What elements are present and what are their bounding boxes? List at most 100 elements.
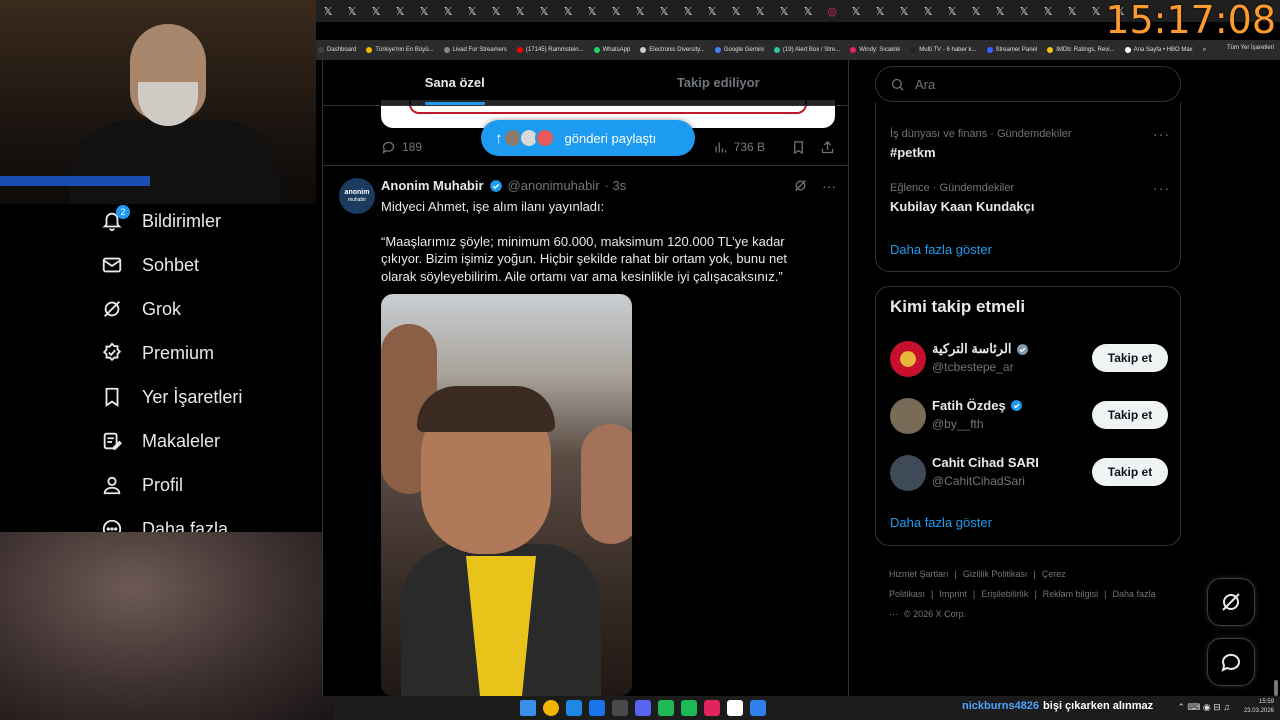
follow-suggestion[interactable]: Cahit Cihad SARI @CahitCihadSari Takip e… <box>890 453 1168 493</box>
avatar[interactable]: anonim muhabir <box>339 178 375 214</box>
bookmark-item[interactable]: Google Gemini <box>714 47 764 53</box>
search-input[interactable] <box>915 76 1165 92</box>
messages-fab[interactable] <box>1207 638 1255 686</box>
x-tab-icon[interactable]: 𝕏 <box>1036 0 1060 22</box>
x-tab-icon[interactable]: 𝕏 <box>412 0 436 22</box>
footer-link[interactable]: Reklam bilgisi <box>1043 589 1099 599</box>
nav-articles[interactable]: Makaleler <box>100 426 220 456</box>
follow-button[interactable]: Takip et <box>1092 344 1168 372</box>
trend-item[interactable]: İş dünyası ve finans · Gündemdekiler #pe… <box>890 126 1170 160</box>
taskbar-app-icon[interactable] <box>681 700 697 716</box>
avatar[interactable] <box>890 455 926 491</box>
taskbar-app-icon[interactable] <box>727 700 743 716</box>
search-box[interactable] <box>875 66 1181 102</box>
taskbar-app-icon[interactable] <box>612 700 628 716</box>
taskbar-clock[interactable]: 15:59 23.03.2026 <box>1244 698 1274 716</box>
show-more-link[interactable]: Daha fazla göster <box>890 242 992 257</box>
bookmark-item[interactable]: IMDb: Ratings, Revi... <box>1047 47 1115 53</box>
follow-suggestion[interactable]: Fatih Özdeş @by__fth Takip et <box>890 396 1168 436</box>
share-button[interactable] <box>820 140 835 155</box>
grok-icon[interactable] <box>793 178 808 196</box>
bookmark-item[interactable]: WhatsApp <box>593 47 630 53</box>
taskbar-app-icon[interactable] <box>566 700 582 716</box>
author-name[interactable]: Anonim Muhabir <box>381 178 484 193</box>
bookmark-button[interactable] <box>791 140 806 155</box>
new-posts-pill[interactable]: ↑ gönderi paylaştı <box>481 120 695 156</box>
x-tab-icon[interactable]: 𝕏 <box>700 0 724 22</box>
x-tab-icon[interactable]: 𝕏 <box>868 0 892 22</box>
x-tab-icon[interactable]: 𝕏 <box>724 0 748 22</box>
x-tab-icon[interactable]: 𝕏 <box>580 0 604 22</box>
views-button[interactable]: 736 B <box>713 140 765 155</box>
x-tab-icon[interactable]: 𝕏 <box>1012 0 1036 22</box>
system-tray[interactable]: ⌃ ⌨ ◉ ⊟ ♫ <box>1177 702 1230 713</box>
bookmark-item[interactable]: Ana Sayfa • HBO Max <box>1124 47 1193 53</box>
x-tab-icon[interactable]: 𝕏 <box>964 0 988 22</box>
bookmark-item[interactable]: Electronic Diversity... <box>640 47 705 53</box>
post-time[interactable]: · 3s <box>605 178 627 193</box>
taskbar-app-icon[interactable] <box>750 700 766 716</box>
bookmark-item[interactable]: Multi TV - 6 haber k... <box>910 47 977 53</box>
follow-button[interactable]: Takip et <box>1092 401 1168 429</box>
x-tab-icon[interactable]: 𝕏 <box>364 0 388 22</box>
bookmark-item[interactable]: Türkiye'nin En Büyü... <box>366 47 434 53</box>
footer-link[interactable]: © 2026 X Corp. <box>904 609 966 619</box>
bookmark-item[interactable]: Livad For Streamers <box>443 47 507 53</box>
x-tab-icon[interactable]: 𝕏 <box>652 0 676 22</box>
more-options-icon[interactable]: ··· <box>822 178 836 196</box>
taskbar-app-icon[interactable] <box>658 700 674 716</box>
bookmark-item[interactable]: (17145) Rammstein... <box>516 47 584 53</box>
bookmark-item[interactable]: Windy: Sıcaklık <box>850 47 900 53</box>
reply-button[interactable]: 189 <box>381 140 422 155</box>
x-tab-icon[interactable]: 𝕏 <box>772 0 796 22</box>
author-handle[interactable]: @anonimuhabir <box>508 178 600 193</box>
tab-following[interactable]: Takip ediliyor <box>587 60 849 105</box>
nav-grok[interactable]: Grok <box>100 294 181 324</box>
x-tab-icon[interactable]: 𝕏 <box>532 0 556 22</box>
bookmark-item[interactable]: Streamer Panel <box>986 47 1037 53</box>
nav-bookmarks[interactable]: Yer İşaretleri <box>100 382 242 412</box>
footer-link[interactable]: Gizlilik Politikası <box>963 569 1028 579</box>
taskbar-app-icon[interactable] <box>589 700 605 716</box>
x-tab-icon[interactable]: 𝕏 <box>316 0 340 22</box>
follow-button[interactable]: Takip et <box>1092 458 1168 486</box>
x-tab-icon[interactable]: 𝕏 <box>484 0 508 22</box>
follow-suggestion[interactable]: الرئاسة التركية @tcbestepe_ar Takip et <box>890 339 1168 379</box>
bookmark-item[interactable]: Dashboard <box>318 47 356 53</box>
taskbar-app-icon[interactable] <box>704 700 720 716</box>
x-tab-icon[interactable]: 𝕏 <box>508 0 532 22</box>
x-tab-icon[interactable]: 𝕏 <box>916 0 940 22</box>
tweet-video[interactable] <box>381 294 632 696</box>
taskbar-app-icon[interactable] <box>635 700 651 716</box>
x-tab-icon[interactable]: 𝕏 <box>556 0 580 22</box>
x-tab-icon[interactable]: 𝕏 <box>844 0 868 22</box>
x-tab-icon[interactable]: 𝕏 <box>892 0 916 22</box>
footer-link[interactable]: Imprint <box>939 589 967 599</box>
footer-link[interactable]: Erişilebilirlik <box>981 589 1028 599</box>
tweet[interactable]: anonim muhabir Anonim Muhabir @anonimuha… <box>323 166 848 696</box>
more-options-icon[interactable]: ··· <box>1153 126 1170 142</box>
avatar[interactable] <box>890 398 926 434</box>
tab-for-you[interactable]: Sana özel <box>323 60 587 105</box>
more-options-icon[interactable]: ··· <box>1153 180 1170 196</box>
instagram-tab-icon[interactable]: ◎ <box>820 0 844 22</box>
scrollbar[interactable] <box>1274 680 1278 696</box>
nav-chat[interactable]: Sohbet <box>100 250 199 280</box>
nav-premium[interactable]: Premium <box>100 338 214 368</box>
x-tab-icon[interactable]: 𝕏 <box>628 0 652 22</box>
x-tab-icon[interactable]: 𝕏 <box>388 0 412 22</box>
x-tab-icon[interactable]: 𝕏 <box>940 0 964 22</box>
taskbar-app-icon[interactable] <box>543 700 559 716</box>
x-tab-icon[interactable]: 𝕏 <box>436 0 460 22</box>
x-tab-icon[interactable]: 𝕏 <box>748 0 772 22</box>
bookmark-item[interactable]: (19) Alert Box / Stre... <box>773 47 840 53</box>
bookmarks-overflow-button[interactable]: » <box>1203 47 1206 53</box>
x-tab-icon[interactable]: 𝕏 <box>796 0 820 22</box>
footer-link[interactable]: Hizmet Şartları <box>889 569 949 579</box>
x-tab-icon[interactable]: 𝕏 <box>604 0 628 22</box>
nav-notifications[interactable]: 2 Bildirimler <box>100 205 221 236</box>
x-tab-icon[interactable]: 𝕏 <box>460 0 484 22</box>
all-bookmarks-folder[interactable]: Tüm Yer İşaretleri <box>1227 45 1274 51</box>
avatar[interactable] <box>890 341 926 377</box>
grok-fab[interactable] <box>1207 578 1255 626</box>
